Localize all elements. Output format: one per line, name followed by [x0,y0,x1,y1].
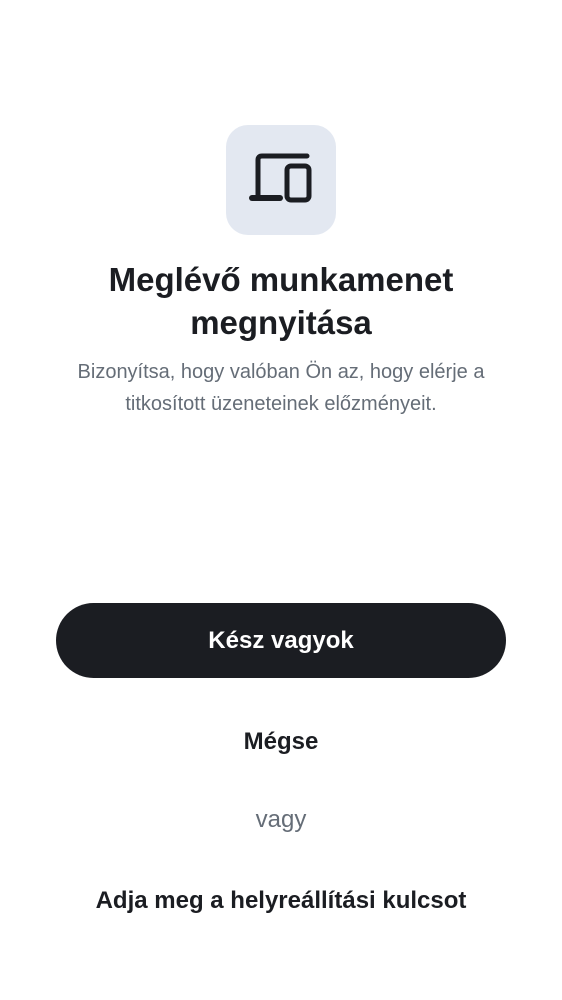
page-title: Meglévő munkamenet megnyitása [108,261,454,341]
verify-session-screen: Meglévő munkamenet megnyitása Bizonyítsa… [0,0,562,1000]
or-separator: vagy [255,806,307,833]
page-subtitle: Bizonyítsa, hogy valóban Ön az, hogy elé… [77,361,485,415]
enter-recovery-key-button[interactable]: Adja meg a helyreállítási kulcsot [56,881,506,921]
cancel-button[interactable]: Mégse [56,722,506,762]
devices-icon-tile [226,125,336,235]
ready-button[interactable]: Kész vagyok [56,603,506,678]
devices-icon [249,153,312,203]
